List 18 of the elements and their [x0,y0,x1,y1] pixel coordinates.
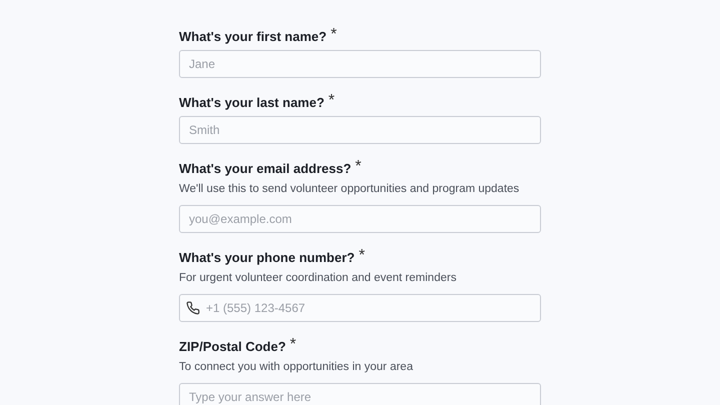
help-text: We'll use this to send volunteer opportunities and program updates [179,182,520,197]
required-mark: * [328,93,335,109]
required-mark: * [358,248,365,264]
input-field[interactable]: you@example.com [179,205,541,233]
help-text: To connect you with opportunities in your area [179,360,414,375]
phone-field[interactable]: +1 (555) 123-4567 [179,294,541,322]
question-label: What's your email address? [179,160,352,178]
help-text: For urgent volunteer coordination and event reminders [179,271,458,286]
input-field[interactable]: Smith [179,116,541,144]
required-mark: * [330,27,337,43]
question-label: ZIP/Postal Code? [179,338,286,356]
required-mark: * [290,337,296,353]
question-label: What's your last name? [179,94,324,112]
question-label: What's your phone number? [179,249,355,267]
input-field[interactable]: Type your answer here [179,383,541,405]
required-mark: * [355,159,362,175]
input-field[interactable]: Jane [179,50,541,78]
question-label: What's your first name? [179,28,327,46]
